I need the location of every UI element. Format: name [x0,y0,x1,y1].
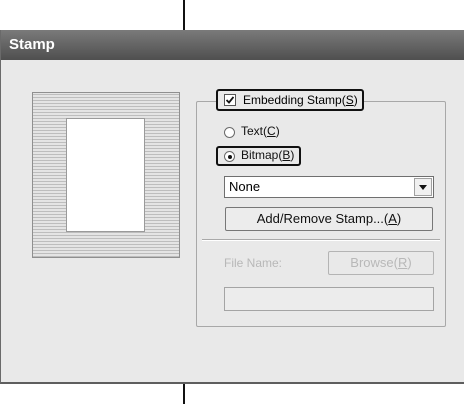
stamp-select-button[interactable] [414,178,432,196]
checkmark-icon [226,96,234,104]
file-name-field[interactable] [224,287,434,311]
embedding-stamp-label: Embedding Stamp(S) [243,93,358,107]
chevron-down-icon [419,185,427,190]
stamp-select[interactable]: None [224,176,434,198]
add-remove-stamp-button[interactable]: Add/Remove Stamp...(A) [225,207,433,231]
stamp-preview [32,92,180,258]
preview-page [66,118,145,232]
text-radio[interactable] [224,127,235,138]
group-separator [202,239,440,241]
screenshot-stage: Stamp Embedding Stamp(S) Text(C) Bitmap(… [0,0,464,404]
file-name-label: File Name: [224,256,283,270]
dialog-title: Stamp [9,36,55,53]
stamp-select-value: None [229,179,261,194]
embedding-stamp-checkbox-box[interactable] [224,94,236,106]
radio-selected-dot [228,155,232,159]
browse-button[interactable]: Browse(R) [328,251,434,275]
text-radio-label[interactable]: Text(C) [241,124,280,138]
dialog-titlebar[interactable]: Stamp [1,30,464,60]
embedding-stamp-checkbox[interactable]: Embedding Stamp(S) [216,89,364,111]
bitmap-radio-label[interactable]: Bitmap(B) [241,148,294,162]
bitmap-radio[interactable] [224,151,235,162]
